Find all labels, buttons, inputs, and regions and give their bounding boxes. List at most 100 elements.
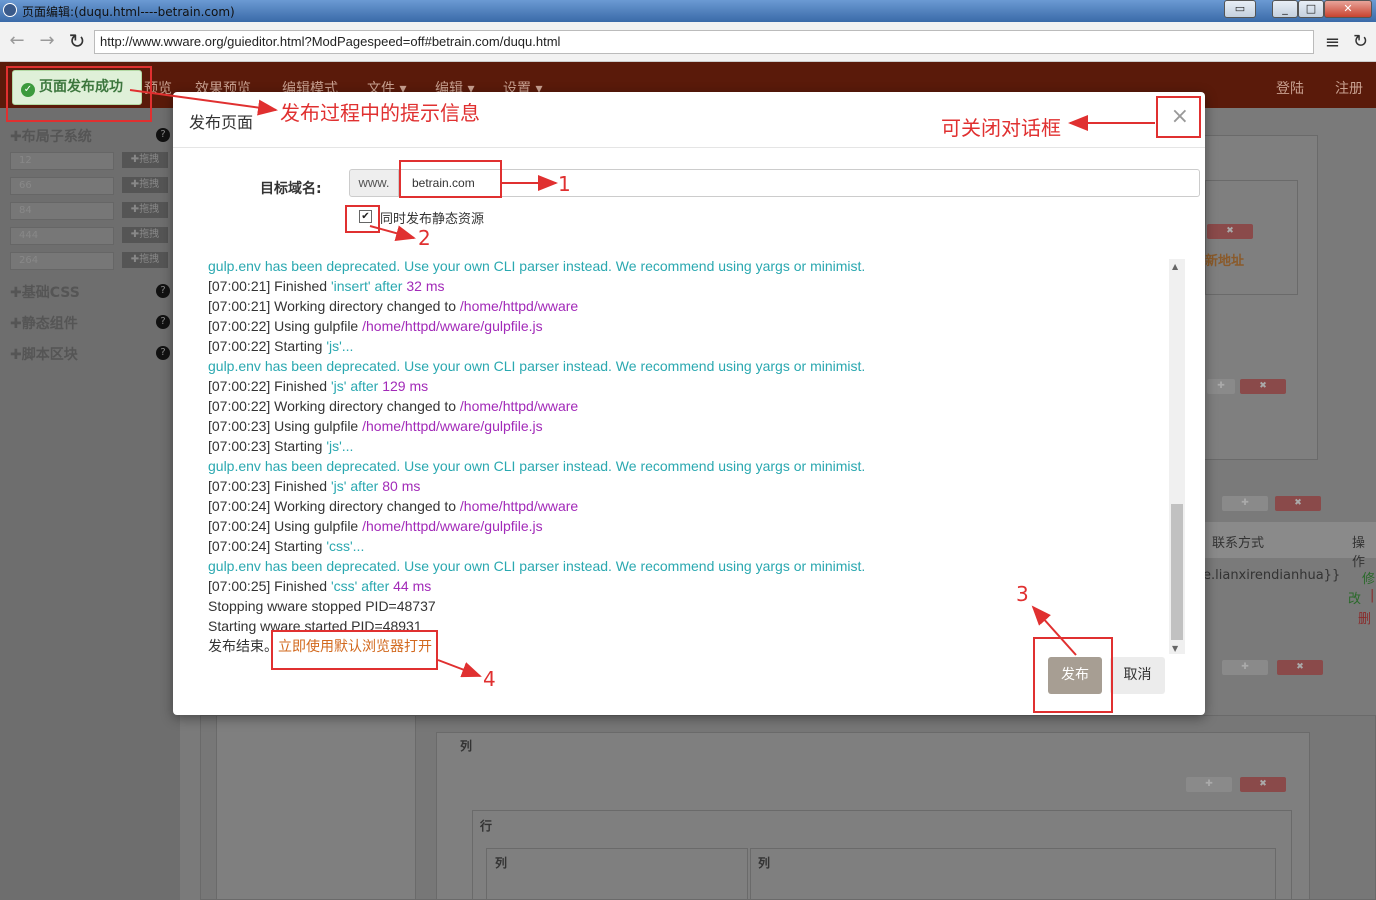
sidebar-section-label: 静态组件 [21, 316, 78, 332]
log-line: [07:00:22] Finished 'js' after 129 ms [208, 376, 428, 396]
help-icon[interactable]: ? [156, 128, 170, 142]
bg-delete-button: ✖ [1240, 379, 1286, 394]
log-line: [07:00:22] Working directory changed to … [208, 396, 578, 416]
log-segment: /home/httpd/wware/gulpfile.js [362, 418, 543, 434]
log-line: gulp.env has been deprecated. Use your o… [208, 256, 865, 276]
nav-register[interactable]: 注册 [1335, 78, 1363, 98]
sidebar-input[interactable]: 12 [10, 152, 114, 170]
drag-button[interactable]: ✚拖拽 [122, 152, 168, 168]
log-segment: 'css' after [330, 578, 394, 594]
bg-cell-action: 改 [1348, 592, 1362, 607]
address-bar[interactable]: http://www.wware.org/guieditor.html?ModP… [94, 30, 1314, 54]
bg-delete-button: ✖ [1207, 224, 1253, 239]
bg-add-button: ✚ [1222, 660, 1268, 675]
sidebar-section-label: 脚本区块 [21, 347, 78, 363]
help-icon[interactable]: ? [156, 315, 170, 329]
bg-column-label: 列 [460, 739, 473, 753]
nav-login[interactable]: 登陆 [1276, 78, 1304, 98]
scroll-up-icon[interactable]: ▲ [1172, 262, 1178, 271]
domain-label: 目标域名: [260, 181, 322, 197]
log-line: [07:00:24] Starting 'css'... [208, 536, 364, 556]
hamburger-menu-icon[interactable]: ≡ [1325, 32, 1340, 53]
drag-button[interactable]: ✚拖拽 [122, 202, 168, 218]
annotation-box-close [1156, 96, 1201, 138]
bg-cell-action: 删 [1358, 612, 1372, 627]
close-window-button[interactable]: ✕ [1324, 0, 1372, 18]
arrow-right-icon[interactable]: → [36, 31, 58, 53]
sidebar-section-css[interactable]: ✚基础CSS [10, 282, 80, 302]
minimize-button[interactable]: _ [1272, 0, 1298, 18]
log-segment: [07:00:24] Using gulpfile [208, 518, 363, 534]
annotation-box-domain [399, 160, 502, 198]
log-line: Stopping wware stopped PID=48737 [208, 596, 436, 616]
log-segment: /home/httpd/wware/gulpfile.js [362, 318, 543, 334]
arrow-left-icon[interactable]: ← [6, 31, 28, 53]
help-icon[interactable]: ? [156, 346, 170, 360]
log-segment: 发布结束。 [208, 638, 278, 654]
window-title: 页面编辑:(duqu.html----betrain.com) [22, 5, 235, 19]
log-segment: [07:00:23] Using gulpfile [208, 418, 363, 434]
bg-panel [486, 848, 748, 900]
bg-add-button: ✚ [1186, 777, 1232, 792]
annotation-box-toast [6, 66, 152, 122]
log-segment: 80 ms [382, 478, 421, 494]
sidebar-input[interactable]: 444 [10, 227, 114, 245]
log-segment: 'js'... [326, 338, 354, 354]
window-restore-icon[interactable]: ▭ [1224, 0, 1256, 18]
bg-delete-button: ✖ [1275, 496, 1321, 511]
log-line: [07:00:22] Using gulpfile /home/httpd/ww… [208, 316, 543, 336]
log-segment: [07:00:22] Starting [208, 338, 327, 354]
log-segment: [07:00:23] Starting [208, 438, 327, 454]
publish-log: gulp.env has been deprecated. Use your o… [192, 256, 1184, 656]
drag-button[interactable]: ✚拖拽 [122, 227, 168, 243]
reload-icon[interactable]: ↻ [66, 31, 88, 53]
drag-button[interactable]: ✚拖拽 [122, 177, 168, 193]
log-segment: /home/httpd/wware [459, 398, 579, 414]
maximize-button[interactable]: □ [1298, 0, 1324, 18]
help-icon[interactable]: ? [156, 284, 170, 298]
sidebar-input[interactable]: 66 [10, 177, 114, 195]
sidebar-section-static[interactable]: ✚静态组件 [10, 313, 78, 333]
drag-label: 拖拽 [139, 179, 160, 190]
log-segment: gulp.env has been deprecated. Use your o… [208, 558, 866, 574]
log-segment: [07:00:24] Starting [208, 538, 327, 554]
sidebar-section-layout[interactable]: ✚布局子系统 [10, 126, 92, 146]
sidebar-section-label: 布局子系统 [21, 129, 92, 145]
bg-add-button: ✚ [1207, 379, 1235, 394]
annotation-box-open-link [271, 630, 438, 670]
log-segment: [07:00:25] Finished [208, 578, 331, 594]
domain-input[interactable]: betrain.com [399, 169, 1200, 197]
log-segment: gulp.env has been deprecated. Use your o… [208, 458, 866, 474]
log-scrollbar-thumb[interactable] [1171, 504, 1183, 640]
log-segment: Stopping wware stopped PID=48737 [208, 598, 436, 614]
log-segment: 'js' after [330, 378, 383, 394]
drag-button[interactable]: ✚拖拽 [122, 252, 168, 268]
log-segment: /home/httpd/wware [459, 498, 579, 514]
sidebar-input[interactable]: 84 [10, 202, 114, 220]
log-segment: [07:00:22] Using gulpfile [208, 318, 363, 334]
sidebar-section-script[interactable]: ✚脚本区块 [10, 344, 78, 364]
refresh-icon[interactable]: ↻ [1353, 31, 1368, 52]
annotation-toast-note: 发布过程中的提示信息 [280, 101, 480, 125]
bg-cell-action: 修 [1362, 572, 1376, 587]
cancel-button[interactable]: 取消 [1110, 657, 1165, 694]
window-titlebar: 页面编辑:(duqu.html----betrain.com) ▭ _ □ ✕ [0, 0, 1376, 22]
bg-column-label: 列 [495, 856, 508, 870]
log-line: gulp.env has been deprecated. Use your o… [208, 356, 865, 376]
log-segment: 'js' after [330, 478, 383, 494]
drag-label: 拖拽 [139, 204, 160, 215]
bg-delete-button: ✖ [1240, 777, 1286, 792]
sidebar-input[interactable]: 264 [10, 252, 114, 270]
bg-delete-button: ✖ [1277, 660, 1323, 675]
log-segment: 129 ms [382, 378, 429, 394]
log-line: [07:00:24] Working directory changed to … [208, 496, 578, 516]
scroll-down-icon[interactable]: ▼ [1172, 644, 1178, 653]
log-segment: 'js'... [326, 438, 354, 454]
log-line: gulp.env has been deprecated. Use your o… [208, 556, 865, 576]
log-segment: /home/httpd/wware [459, 298, 579, 314]
sidebar-section-label: 基础CSS [21, 285, 80, 301]
annotation-number-1: 1 [558, 172, 571, 196]
annotation-number-4: 4 [483, 667, 496, 691]
sidebar: ✚布局子系统 ? 12 ✚拖拽 66 ✚拖拽 84 ✚拖拽 444 ✚拖拽 26… [0, 108, 180, 900]
bg-cell-contact: e.lianxirendianhua}} [1203, 568, 1341, 583]
